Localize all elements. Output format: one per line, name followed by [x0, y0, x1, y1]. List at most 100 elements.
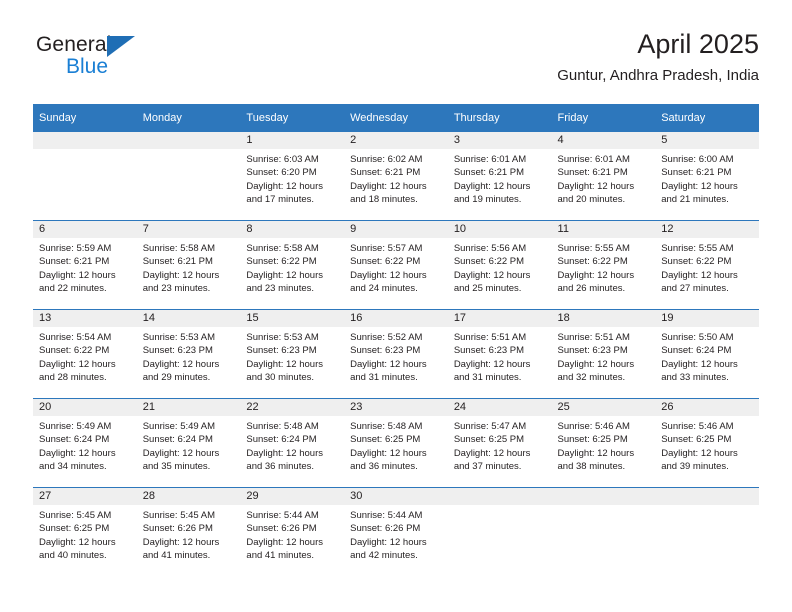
- calendar-week-row: 20 Sunrise: 5:49 AM Sunset: 6:24 PM Dayligh…: [33, 398, 759, 488]
- day-details: Sunrise: 6:03 AM Sunset: 6:20 PM Daylight:…: [240, 149, 344, 206]
- day-number: 5: [655, 132, 759, 149]
- day-details: Sunrise: 5:55 AM Sunset: 6:22 PM Daylight:…: [655, 238, 759, 295]
- day-number: 25: [551, 399, 656, 416]
- calendar-day-cell[interactable]: 12 Sunrise: 5:55 AM Sunset: 6:22 PM Dayligh…: [655, 220, 759, 310]
- calendar-day-cell[interactable]: 29 Sunrise: 5:44 AM Sunset: 6:26 PM Dayligh…: [240, 487, 345, 576]
- calendar-day-cell[interactable]: 26 Sunrise: 5:46 AM Sunset: 6:25 PM Dayligh…: [655, 398, 759, 488]
- calendar-day-cell[interactable]: 20 Sunrise: 5:49 AM Sunset: 6:24 PM Dayligh…: [33, 398, 137, 488]
- sunset-time: Sunset: 6:22 PM: [350, 256, 421, 268]
- day-details: Sunrise: 5:46 AM Sunset: 6:25 PM Daylight:…: [655, 416, 759, 473]
- generalblue-logo: General Blue: [36, 34, 156, 88]
- day-details: Sunrise: 5:53 AM Sunset: 6:23 PM Daylight:…: [240, 327, 344, 384]
- day-number: 3: [447, 132, 552, 149]
- sunrise-time: Sunrise: 5:49 AM: [142, 421, 216, 432]
- day-details: Sunrise: 5:46 AM Sunset: 6:25 PM Daylight:…: [552, 416, 656, 473]
- day-details: [33, 149, 137, 153]
- calendar-day-cell[interactable]: 5 Sunrise: 6:00 AM Sunset: 6:21 PM Daylight…: [655, 132, 759, 221]
- sunset-time: Sunset: 6:25 PM: [557, 434, 628, 446]
- day-details: [448, 505, 552, 509]
- calendar-day-cell[interactable]: 19 Sunrise: 5:50 AM Sunset: 6:24 PM Dayligh…: [655, 309, 759, 399]
- weekday-header-row: Sunday Monday Tuesday Wednesday Thursday…: [33, 104, 759, 132]
- weekday-header-friday: Friday: [551, 104, 656, 132]
- sunset-time: Sunset: 6:20 PM: [246, 167, 317, 179]
- daylight-duration-line2: and 33 minutes.: [661, 371, 729, 383]
- daylight-duration-line1: Daylight: 12 hours: [246, 358, 323, 370]
- day-number: [655, 488, 759, 505]
- sunrise-time: Sunrise: 5:45 AM: [142, 510, 216, 521]
- calendar-day-cell[interactable]: 23 Sunrise: 5:48 AM Sunset: 6:25 PM Dayligh…: [344, 398, 448, 488]
- day-details: Sunrise: 5:47 AM Sunset: 6:25 PM Daylight:…: [448, 416, 552, 473]
- sunrise-time: Sunrise: 5:48 AM: [246, 421, 319, 432]
- calendar-day-cell[interactable]: 6 Sunrise: 5:59 AM Sunset: 6:21 PM Daylight…: [33, 220, 137, 310]
- calendar-day-cell[interactable]: 13 Sunrise: 5:54 AM Sunset: 6:22 PM Dayligh…: [33, 309, 137, 399]
- sunset-time: Sunset: 6:23 PM: [246, 345, 317, 357]
- calendar-day-cell[interactable]: 8 Sunrise: 5:58 AM Sunset: 6:22 PM Daylight…: [240, 220, 345, 310]
- day-details: Sunrise: 6:00 AM Sunset: 6:21 PM Daylight:…: [655, 149, 759, 206]
- calendar-day-cell[interactable]: 21 Sunrise: 5:49 AM Sunset: 6:24 PM Dayligh…: [136, 398, 241, 488]
- calendar-day-cell[interactable]: 14 Sunrise: 5:53 AM Sunset: 6:23 PM Dayligh…: [136, 309, 241, 399]
- weekday-header-sunday: Sunday: [33, 104, 137, 132]
- daylight-duration-line2: and 41 minutes.: [246, 549, 315, 561]
- calendar-day-cell[interactable]: 11 Sunrise: 5:55 AM Sunset: 6:22 PM Dayligh…: [551, 220, 656, 310]
- day-number: [551, 488, 656, 505]
- daylight-duration-line2: and 29 minutes.: [142, 371, 211, 383]
- weekday-header-thursday: Thursday: [447, 104, 552, 132]
- calendar-day-cell[interactable]: 27 Sunrise: 5:45 AM Sunset: 6:25 PM Dayligh…: [33, 487, 137, 576]
- calendar-week-row: 1 Sunrise: 6:03 AM Sunset: 6:20 PM Daylight…: [33, 132, 759, 221]
- calendar-day-cell[interactable]: 30 Sunrise: 5:44 AM Sunset: 6:26 PM Dayligh…: [344, 487, 448, 576]
- calendar-day-cell[interactable]: 3 Sunrise: 6:01 AM Sunset: 6:21 PM Daylight…: [447, 132, 552, 221]
- sunrise-time: Sunrise: 5:53 AM: [246, 332, 319, 343]
- sunrise-time: Sunrise: 6:01 AM: [453, 154, 527, 165]
- calendar-day-cell[interactable]: 9 Sunrise: 5:57 AM Sunset: 6:22 PM Daylight…: [344, 220, 448, 310]
- sunset-time: Sunset: 6:23 PM: [453, 345, 525, 357]
- sunset-time: Sunset: 6:24 PM: [661, 345, 732, 357]
- daylight-duration-line2: and 21 minutes.: [661, 193, 729, 205]
- sunrise-time: Sunrise: 6:01 AM: [557, 154, 630, 165]
- calendar-day-cell[interactable]: 22 Sunrise: 5:48 AM Sunset: 6:24 PM Dayligh…: [240, 398, 345, 488]
- calendar-day-cell[interactable]: 15 Sunrise: 5:53 AM Sunset: 6:23 PM Dayligh…: [240, 309, 345, 399]
- calendar-day-cell[interactable]: 2 Sunrise: 6:02 AM Sunset: 6:21 PM Daylight…: [344, 132, 448, 221]
- daylight-duration-line2: and 24 minutes.: [350, 282, 418, 294]
- calendar-day-cell[interactable]: 24 Sunrise: 5:47 AM Sunset: 6:25 PM Dayligh…: [447, 398, 552, 488]
- daylight-duration-line1: Daylight: 12 hours: [142, 358, 220, 370]
- sunrise-time: Sunrise: 5:52 AM: [350, 332, 423, 343]
- calendar-page: General Blue April 2025 Guntur, Andhra P…: [0, 0, 792, 612]
- calendar-day-cell[interactable]: 7 Sunrise: 5:58 AM Sunset: 6:21 PM Daylight…: [136, 220, 241, 310]
- calendar-day-cell[interactable]: 18 Sunrise: 5:51 AM Sunset: 6:23 PM Dayligh…: [551, 309, 656, 399]
- sunset-time: Sunset: 6:24 PM: [142, 434, 213, 446]
- sunrise-time: Sunrise: 5:47 AM: [453, 421, 527, 432]
- calendar-day-cell[interactable]: 25 Sunrise: 5:46 AM Sunset: 6:25 PM Dayligh…: [551, 398, 656, 488]
- daylight-duration-line2: and 34 minutes.: [39, 460, 107, 472]
- sunset-time: Sunset: 6:22 PM: [39, 345, 110, 357]
- sunset-time: Sunset: 6:22 PM: [453, 256, 525, 268]
- calendar-day-cell[interactable]: 28 Sunrise: 5:45 AM Sunset: 6:26 PM Dayligh…: [136, 487, 241, 576]
- daylight-duration-line2: and 36 minutes.: [246, 460, 315, 472]
- calendar-week-row: 27 Sunrise: 5:45 AM Sunset: 6:25 PM Dayligh…: [33, 487, 759, 576]
- calendar-day-cell-empty: [33, 132, 137, 221]
- calendar-day-cell[interactable]: 17 Sunrise: 5:51 AM Sunset: 6:23 PM Dayligh…: [447, 309, 552, 399]
- day-number: 1: [240, 132, 345, 149]
- calendar-day-cell[interactable]: 16 Sunrise: 5:52 AM Sunset: 6:23 PM Dayligh…: [344, 309, 448, 399]
- calendar-day-cell[interactable]: 10 Sunrise: 5:56 AM Sunset: 6:22 PM Dayligh…: [447, 220, 552, 310]
- day-number: 15: [240, 310, 345, 327]
- daylight-duration-line1: Daylight: 12 hours: [661, 269, 738, 281]
- page-subtitle: Guntur, Andhra Pradesh, India: [557, 67, 759, 84]
- day-number: [447, 488, 552, 505]
- day-details: Sunrise: 5:54 AM Sunset: 6:22 PM Daylight:…: [33, 327, 137, 384]
- sunset-time: Sunset: 6:21 PM: [557, 167, 628, 179]
- day-details: [655, 505, 759, 509]
- sunrise-time: Sunrise: 5:46 AM: [661, 421, 734, 432]
- calendar-day-cell[interactable]: 1 Sunrise: 6:03 AM Sunset: 6:20 PM Daylight…: [240, 132, 345, 221]
- sunset-time: Sunset: 6:21 PM: [39, 256, 110, 268]
- calendar-day-cell[interactable]: 4 Sunrise: 6:01 AM Sunset: 6:21 PM Daylight…: [551, 132, 656, 221]
- daylight-duration-line2: and 32 minutes.: [557, 371, 626, 383]
- calendar-day-cell-empty: [136, 132, 241, 221]
- sunrise-time: Sunrise: 5:51 AM: [557, 332, 630, 343]
- sunrise-time: Sunrise: 5:46 AM: [557, 421, 630, 432]
- daylight-duration-line2: and 25 minutes.: [453, 282, 522, 294]
- daylight-duration-line1: Daylight: 12 hours: [453, 180, 531, 192]
- sunrise-time: Sunrise: 5:50 AM: [661, 332, 734, 343]
- weekday-header-wednesday: Wednesday: [344, 104, 448, 132]
- day-details: Sunrise: 5:55 AM Sunset: 6:22 PM Daylight:…: [552, 238, 656, 295]
- day-number: [136, 132, 241, 149]
